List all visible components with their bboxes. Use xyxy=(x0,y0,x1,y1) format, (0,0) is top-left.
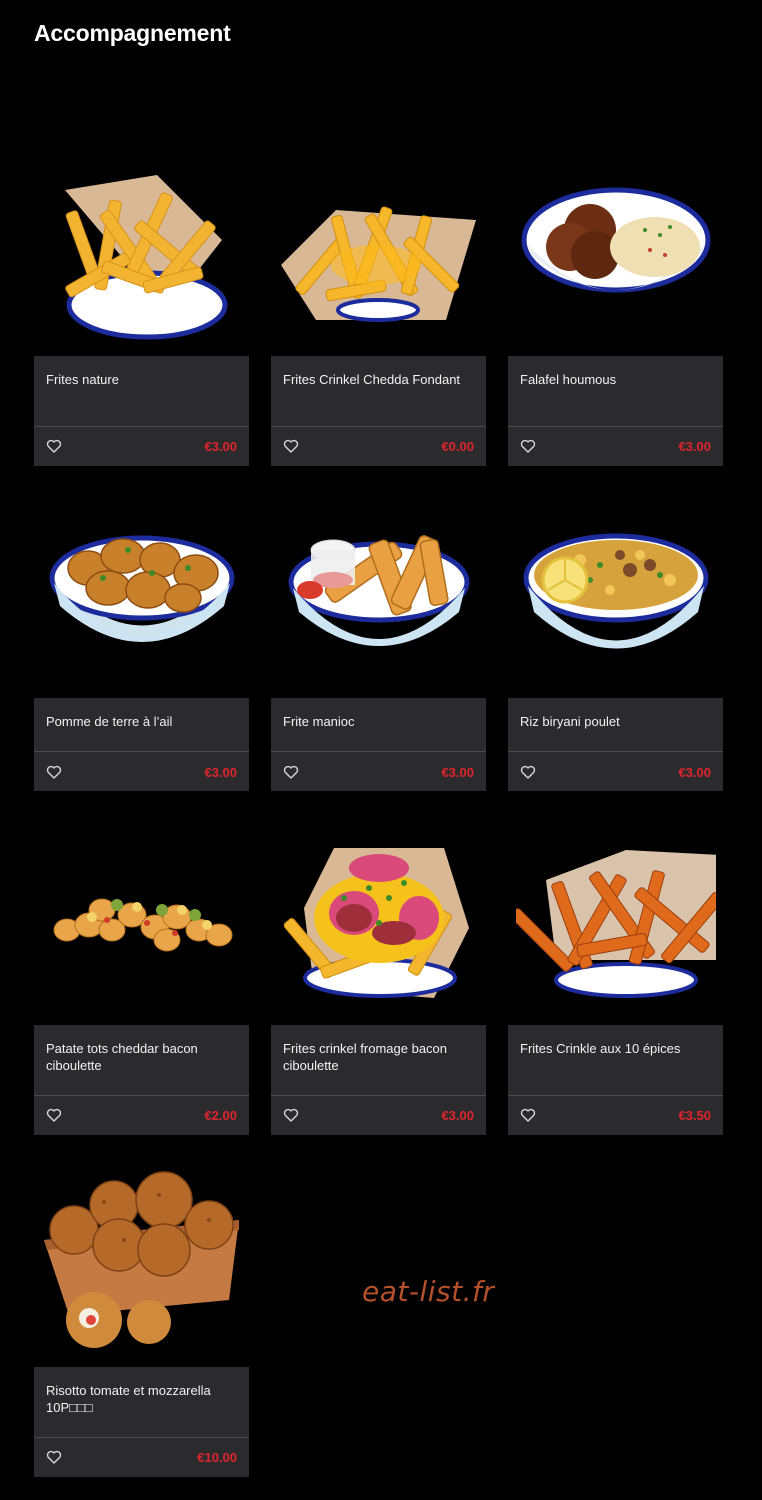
item-price: €2.00 xyxy=(204,1108,237,1123)
heart-icon[interactable] xyxy=(46,1107,62,1123)
heart-icon[interactable] xyxy=(283,764,299,780)
item-name: Frites nature xyxy=(46,372,119,387)
menu-item-details: Frite manioc €3.00 xyxy=(271,698,486,791)
item-name: Riz biryani poulet xyxy=(520,714,620,729)
menu-item-details: Pomme de terre à l’ail €3.00 xyxy=(34,698,249,791)
heart-icon[interactable] xyxy=(520,438,536,454)
item-price: €3.00 xyxy=(204,439,237,454)
product-image[interactable] xyxy=(508,510,723,670)
item-name: Pomme de terre à l’ail xyxy=(46,714,173,729)
watermark: eat-list.fr xyxy=(362,1275,495,1308)
product-image[interactable] xyxy=(271,510,486,670)
divider xyxy=(34,1095,249,1096)
heart-icon[interactable] xyxy=(46,1449,62,1465)
item-price: €3.00 xyxy=(204,765,237,780)
menu-item-details: Risotto tomate et mozzarella 10P□□□ €10.… xyxy=(34,1367,249,1477)
item-price: €0.00 xyxy=(441,439,474,454)
item-name: Falafel houmous xyxy=(520,372,617,387)
page-title: Accompagnement xyxy=(34,20,231,46)
item-name: Frites Crinkel Chedda Fondant xyxy=(283,372,461,387)
heart-icon[interactable] xyxy=(520,764,536,780)
item-name: Frites Crinkle aux 10 épices xyxy=(520,1041,681,1056)
product-image[interactable] xyxy=(34,830,249,1010)
item-price: €3.50 xyxy=(678,1108,711,1123)
divider xyxy=(271,426,486,427)
menu-item-details: Riz biryani poulet €3.00 xyxy=(508,698,723,791)
item-price: €10.00 xyxy=(197,1450,237,1465)
divider xyxy=(508,426,723,427)
divider xyxy=(34,1437,249,1438)
item-name: Frites crinkel fromage bacon ciboulette xyxy=(283,1041,448,1073)
heart-icon[interactable] xyxy=(46,438,62,454)
menu-item-details: Frites nature €3.00 xyxy=(34,356,249,466)
product-image[interactable] xyxy=(508,830,723,1010)
item-name: Patate tots cheddar bacon ciboulette xyxy=(46,1041,198,1073)
item-price: €3.00 xyxy=(441,1108,474,1123)
divider xyxy=(271,1095,486,1096)
product-image[interactable] xyxy=(34,1165,249,1355)
menu-item-details: Patate tots cheddar bacon ciboulette €2.… xyxy=(34,1025,249,1135)
heart-icon[interactable] xyxy=(283,438,299,454)
heart-icon[interactable] xyxy=(283,1107,299,1123)
product-image[interactable] xyxy=(271,150,486,350)
divider xyxy=(508,1095,723,1096)
item-price: €3.00 xyxy=(678,765,711,780)
product-image[interactable] xyxy=(34,510,249,670)
divider xyxy=(271,751,486,752)
item-price: €3.00 xyxy=(441,765,474,780)
heart-icon[interactable] xyxy=(46,764,62,780)
heart-icon[interactable] xyxy=(520,1107,536,1123)
divider xyxy=(34,751,249,752)
item-name: Risotto tomate et mozzarella 10P□□□ xyxy=(46,1383,211,1415)
divider xyxy=(34,426,249,427)
product-image[interactable] xyxy=(34,150,249,350)
product-image[interactable] xyxy=(508,150,723,350)
item-name: Frite manioc xyxy=(283,714,355,729)
product-image[interactable] xyxy=(271,830,486,1010)
item-price: €3.00 xyxy=(678,439,711,454)
menu-item-details: Frites Crinkel Chedda Fondant €0.00 xyxy=(271,356,486,466)
menu-item-details: Frites Crinkle aux 10 épices €3.50 xyxy=(508,1025,723,1135)
menu-item-details: Frites crinkel fromage bacon ciboulette … xyxy=(271,1025,486,1135)
divider xyxy=(508,751,723,752)
menu-item-details: Falafel houmous €3.00 xyxy=(508,356,723,466)
